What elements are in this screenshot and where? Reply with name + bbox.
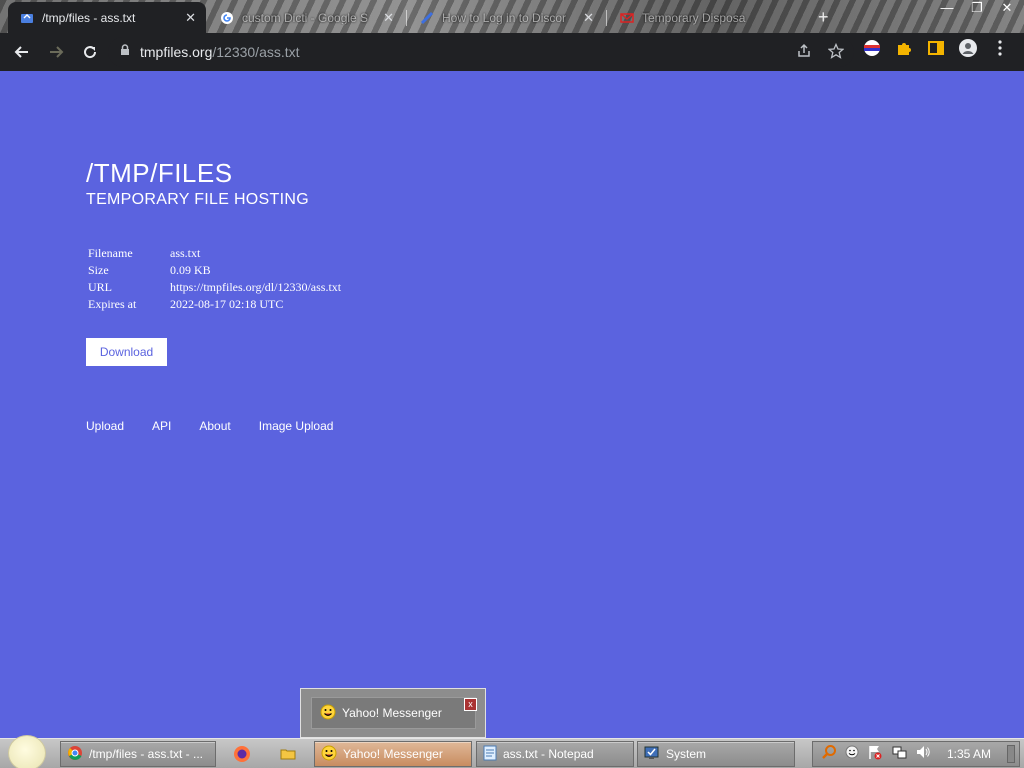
volume-icon[interactable] [915, 744, 931, 765]
back-button[interactable] [6, 36, 38, 68]
taskbar-item-yahoo[interactable]: Yahoo! Messenger [314, 741, 472, 767]
taskbar-item-notepad[interactable]: ass.txt - Notepad [476, 741, 634, 767]
file-info-table: Filename ass.txt Size 0.09 KB URL https:… [86, 245, 343, 313]
folder-icon[interactable] [277, 743, 299, 765]
bookmark-star-icon[interactable] [827, 42, 845, 64]
messenger-tray-icon[interactable] [845, 745, 859, 764]
search-icon[interactable] [821, 744, 837, 765]
close-icon[interactable]: ✕ [383, 10, 394, 26]
table-row: Filename ass.txt [86, 245, 343, 262]
info-value: ass.txt [170, 246, 201, 260]
page-title: /TMP/FILES [86, 158, 233, 188]
extensions-area [862, 38, 1010, 58]
tab-title: Temporary Disposa [642, 10, 746, 25]
clock[interactable]: 1:35 AM [947, 747, 991, 761]
tab-title: How to Log in to Discor [442, 10, 567, 25]
profile-flag-icon[interactable] [862, 38, 882, 58]
network-icon[interactable] [891, 744, 907, 765]
reload-icon [84, 46, 97, 59]
tab-active[interactable]: /tmp/files - ass.txt ✕ [8, 2, 206, 33]
tab-title: /tmp/files - ass.txt [42, 10, 136, 25]
menu-kebab-icon[interactable] [990, 38, 1010, 58]
footer-link-upload[interactable]: Upload [86, 419, 124, 433]
address-bar[interactable]: tmpfiles.org/12330/ass.txt [108, 37, 854, 67]
profile-avatar-icon[interactable] [958, 38, 978, 58]
yahoo-messenger-icon [321, 745, 337, 764]
window-controls: — ❐ ✕ [936, 0, 1018, 16]
start-button[interactable] [8, 735, 46, 768]
tab-strip: /tmp/files - ass.txt ✕ custom Dicti - Go… [0, 0, 1024, 33]
notification-item[interactable]: Yahoo! Messenger [311, 697, 476, 729]
minimize-button[interactable]: — [936, 0, 958, 16]
info-key: Size [88, 263, 109, 277]
taskbar-item-system[interactable]: System [637, 741, 795, 767]
taskbar-item-label: ass.txt - Notepad [503, 747, 594, 761]
info-key: URL [88, 280, 112, 294]
taskbar-item-label: System [666, 747, 707, 761]
mail-icon [620, 11, 634, 25]
footer-link-api[interactable]: API [152, 419, 171, 433]
close-window-button[interactable]: ✕ [996, 0, 1018, 16]
forward-button[interactable] [40, 36, 72, 68]
info-value: 2022-08-17 02:18 UTC [170, 297, 284, 311]
forward-arrow-icon [50, 46, 64, 58]
table-row: URL https://tmpfiles.org/dl/12330/ass.tx… [86, 279, 343, 296]
google-icon [220, 11, 234, 25]
footer-nav: Upload API About Image Upload [86, 419, 333, 433]
share-icon[interactable] [796, 43, 812, 64]
tab-divider [406, 10, 407, 26]
url-host: tmpfiles.org [140, 44, 213, 60]
tab-discord[interactable]: How to Log in to Discor ✕ [408, 2, 604, 33]
yahoo-messenger-icon [320, 704, 336, 723]
taskbar: /tmp/files - ass.txt - ... Yahoo! Messen… [0, 735, 1024, 768]
taskbar-item-chrome[interactable]: /tmp/files - ass.txt - ... [60, 741, 216, 767]
firefox-icon[interactable] [231, 743, 253, 765]
url-path: /12330/ass.txt [212, 44, 300, 60]
tab-temp-mail[interactable]: Temporary Disposa [608, 2, 808, 33]
footer-link-about[interactable]: About [199, 419, 230, 433]
discord-guide-icon [420, 11, 434, 25]
tab-google[interactable]: custom Dicti - Google S ✕ [208, 2, 404, 33]
notification-popup: Yahoo! Messenger x [300, 688, 486, 738]
action-center-flag-icon[interactable] [867, 744, 883, 765]
restore-button[interactable]: ❐ [966, 0, 988, 16]
tab-title: custom Dicti - Google S [242, 10, 369, 25]
footer-link-image-upload[interactable]: Image Upload [259, 419, 334, 433]
side-panel-icon[interactable] [926, 38, 946, 58]
info-value: 0.09 KB [170, 263, 211, 277]
show-desktop-button[interactable] [1007, 745, 1015, 763]
upload-favicon-icon [20, 11, 34, 25]
info-url-value[interactable]: https://tmpfiles.org/dl/12330/ass.txt [168, 279, 343, 296]
notepad-icon [483, 745, 497, 764]
info-key: Expires at [88, 297, 137, 311]
back-arrow-icon [14, 46, 28, 58]
download-button[interactable]: Download [86, 338, 167, 366]
taskbar-item-label: /tmp/files - ass.txt - ... [89, 747, 204, 761]
close-icon[interactable]: ✕ [185, 10, 196, 26]
tab-divider [606, 10, 607, 26]
close-icon[interactable]: ✕ [583, 10, 594, 26]
extensions-puzzle-icon[interactable] [894, 38, 914, 58]
notification-label: Yahoo! Messenger [342, 706, 442, 720]
reload-button[interactable] [74, 36, 106, 68]
page-content: /TMP/FILES TEMPORARY FILE HOSTING Filena… [0, 71, 1024, 688]
table-row: Size 0.09 KB [86, 262, 343, 279]
table-row: Expires at 2022-08-17 02:18 UTC [86, 296, 343, 313]
system-tray: 1:35 AM [812, 741, 1020, 767]
taskbar-item-label: Yahoo! Messenger [343, 747, 443, 761]
system-icon [644, 745, 660, 764]
lock-icon [120, 43, 130, 61]
page-subtitle: TEMPORARY FILE HOSTING [86, 191, 309, 208]
info-key: Filename [88, 246, 133, 260]
new-tab-button[interactable]: + [818, 7, 829, 28]
notification-close-button[interactable]: x [464, 698, 477, 711]
chrome-icon [67, 745, 83, 764]
